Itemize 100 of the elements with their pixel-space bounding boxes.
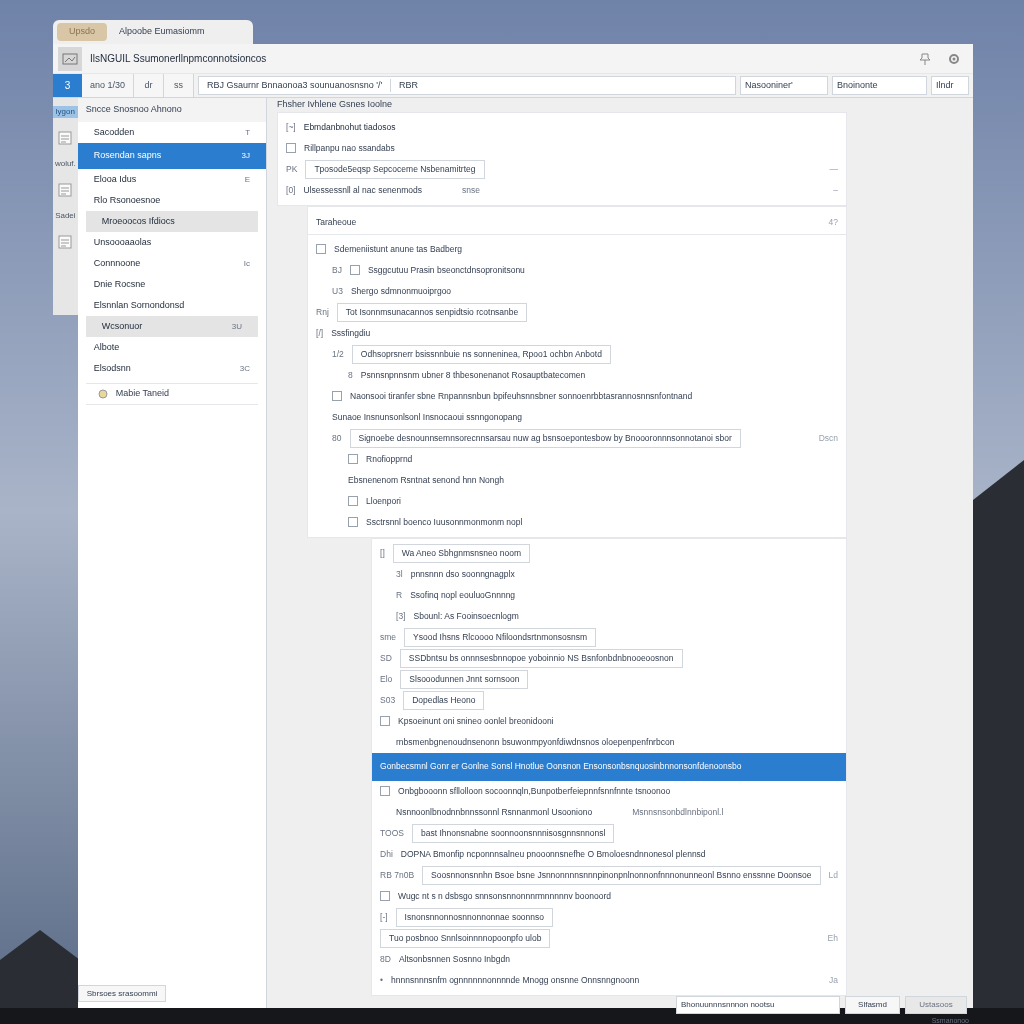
row-prefix: 80: [332, 431, 342, 445]
row-trailing: Dscn: [818, 431, 838, 445]
row-label: Ulsessessnll al nac senenmods: [303, 183, 423, 197]
toolbar-field[interactable]: Ilndr: [931, 76, 969, 95]
footer-button[interactable]: Slfasmd: [845, 995, 900, 1014]
sidebar-item[interactable]: Rosendan sapns 3J: [77, 143, 267, 169]
checkbox[interactable]: [348, 496, 359, 506]
address-suffix: RBR: [390, 78, 419, 93]
row-label: DOPNA Bmonfip ncponnnsalneu pnooonnsnefhe O Bmoloesndnnonesol plennsd: [400, 847, 706, 861]
row-label: Wugc nt s n dsbsgo snnsonsnnonnnrmnnnnnv boonoord: [398, 889, 611, 903]
link-text: Mabie Taneid: [115, 387, 170, 401]
checkbox[interactable]: [332, 391, 343, 401]
input-field[interactable]: SSDbntsu bs onnnsesbnnopoe yoboinnio NS Bsnfonbdnbnooeoosnon: [399, 648, 683, 668]
input-field[interactable]: Tot Isonnmsunacannos senpidtsio rcotnsanbe: [336, 302, 528, 322]
footer-link[interactable]: Mabie Taneid: [85, 383, 259, 405]
highlighted-row[interactable]: Gonbecsmnl Gonr er Gonlne Sonsl Hnotlue Oonsnon Ensonsonbsnquosinbnnonsonfdenoonsbo: [372, 752, 846, 781]
rail-item[interactable]: Sadei: [53, 210, 78, 222]
toolbar-button[interactable]: dr: [134, 74, 165, 97]
sidebar-item[interactable]: Rlo Rsonoesnoe: [77, 190, 267, 211]
row-label: Ebsnenenom Rsntnat senond hnn Nongh: [348, 473, 504, 487]
toolbar-field[interactable]: Nasooniner': [740, 76, 828, 95]
sidebar-item[interactable]: Sacodden T: [77, 122, 267, 143]
checkbox[interactable]: [380, 716, 391, 726]
row-label: Rillpanpu nao ssandabs: [304, 141, 395, 155]
input-field[interactable]: Dopedlas Heono: [403, 690, 485, 710]
row-prefix: U3: [332, 284, 343, 298]
toolbar-button[interactable]: ss: [164, 74, 195, 97]
sidebar-item[interactable]: Albote: [77, 337, 267, 358]
item-label: Elooa Idus: [93, 172, 137, 186]
item-label: Rosendan sapns: [93, 149, 162, 163]
row-prefix: BJ: [332, 263, 342, 277]
toolbar-field[interactable]: Bnoinonte: [832, 76, 927, 95]
row-trailing: Eh: [827, 931, 838, 945]
row-label: Rnofiopprnd: [366, 452, 413, 466]
input-field[interactable]: Ysood Ihsns Rlcoooo Nfiloondsrtnmonsosnsm: [404, 627, 596, 647]
sidebar-item[interactable]: Elsodsnn 3C: [77, 358, 267, 379]
checkbox[interactable]: [380, 891, 391, 901]
sidebar-item[interactable]: Wcsonuor 3U: [85, 316, 259, 337]
input-field[interactable]: Soosnnonsnnhn Bsoe bsne Jsnnonnnnsnnnpinonpnlnonnonfnnnonunneonl Bsnno enssnne Doonsoe: [422, 865, 821, 885]
input-field[interactable]: bast Ihnonsnabne soonnoonsnnnisosgnnsnnonsl: [411, 823, 615, 843]
item-label: Connnoone: [93, 256, 141, 270]
row-label: Naonsooi tiranfer sbne Rnpannsnbun bpifeuhsnnsbner sonnoenrbbtasrannosnnsnfontnand: [350, 389, 693, 403]
settings-icon[interactable]: [947, 51, 961, 66]
item-label: Dnie Rocsne: [93, 277, 146, 291]
row-prefix: [3]: [396, 609, 406, 623]
item-label: Mroeoocos Ifdiocs: [101, 214, 175, 228]
shortcut-label: Ic: [243, 257, 251, 270]
document-icon[interactable]: [57, 130, 74, 146]
header-trailing: 4?: [828, 215, 838, 229]
toolbar-button[interactable]: ano 1/30: [82, 74, 135, 97]
sidebar-item[interactable]: Mroeoocos Ifdiocs: [85, 211, 259, 232]
back-window-tab[interactable]: Upsdo Alpoobe Eumasiomm: [53, 20, 253, 44]
input-field[interactable]: Signoebe desnounnsemnsorecnnsarsau nuw ag bsnsoepontesbow by Bnoooronnnsonnotanoi sbor: [349, 428, 741, 448]
checkbox[interactable]: [348, 454, 359, 464]
row-label: Shergo sdmnonmuoiprgoo: [350, 284, 452, 298]
row-prefix: SD: [380, 651, 392, 665]
document-icon[interactable]: [57, 234, 74, 250]
checkbox[interactable]: [349, 265, 360, 275]
checkbox[interactable]: [316, 244, 327, 254]
row-label: Sbounl: As Fooinsoecnlogm: [413, 609, 519, 623]
input-field[interactable]: Tuo posbnoo Snnlsoinnnnopoonpfo ulob: [380, 928, 551, 948]
toolbar-badge[interactable]: 3: [53, 74, 82, 97]
row-label: rnbsmenbgnenoudnsenonn bsuwonmpyonfdiwdnsnos oloepenpenfnrbcon: [396, 735, 675, 749]
tab-badge: Upsdo: [57, 23, 107, 41]
sidebar-item[interactable]: Unsoooaaolas: [77, 232, 267, 253]
row-label: Psnnsnpnnsnm ubner 8 thbesonenanot Rosauptbatecomen: [360, 368, 586, 382]
rail-item[interactable]: lygon: [53, 106, 78, 118]
item-label: Albote: [93, 340, 120, 354]
sidebar-item[interactable]: Connnoone Ic: [77, 253, 267, 274]
row-title: Ebmdanbnohut tiadosos: [303, 120, 396, 134]
item-label: Elsnnlan Sornondonsd: [93, 298, 185, 312]
row-label: pnnsnnn dso soonngnagplx: [410, 567, 515, 581]
row-label: Sunaoe Insnunsonlsonl Insnocaoui ssnngonopang: [332, 410, 522, 424]
pin-icon[interactable]: [919, 52, 931, 65]
sidebar-item[interactable]: Elooa Idus E: [77, 169, 267, 190]
row-prefix: 3l: [396, 567, 403, 581]
document-icon[interactable]: [57, 182, 74, 198]
row-prefix: PK: [286, 162, 298, 176]
checkbox[interactable]: [380, 786, 391, 796]
row-prefix: [0]: [286, 183, 296, 197]
rail-item[interactable]: woluf.: [53, 158, 78, 170]
row-prefix: Dhi: [380, 847, 393, 861]
row-prefix: 8: [348, 368, 353, 382]
checkbox[interactable]: [286, 143, 297, 153]
input-field[interactable]: Wa Aneo Sbhgnmsnsneo noom: [392, 543, 530, 563]
row-label: Ssofinq nopl eouluoGnnnng: [410, 588, 516, 602]
checkbox[interactable]: [348, 517, 359, 527]
input-field[interactable]: Tposode5eqsp Sepcoceme Nsbenamitrteg: [305, 159, 485, 179]
shortcut-label: T: [245, 126, 251, 139]
sidebar-item[interactable]: Elsnnlan Sornondonsd: [77, 295, 267, 316]
row-prefix: Elo: [380, 672, 393, 686]
address-text: RBJ Gsaurnr Bnnaonoa3 sounuanosnsno '/': [207, 78, 383, 92]
sidebar-bottom-button[interactable]: Sbrsoes srasoommi: [77, 985, 167, 1002]
address-field[interactable]: RBJ Gsaurnr Bnnaonoa3 sounuanosnsno '/' RBR: [198, 76, 736, 95]
row-trailing: Ld: [828, 868, 838, 882]
row-prefix: RB 7n0B: [380, 868, 415, 882]
input-field[interactable]: Isnonsnnonnosnnonnonnae soonnso: [395, 907, 554, 927]
input-field[interactable]: Slsooodunnen Jnnt sornsoon: [400, 669, 529, 689]
sidebar-item[interactable]: Dnie Rocsne: [77, 274, 267, 295]
input-field[interactable]: Odhsoprsnerr bsissnnbuie ns sonneninea, Rpoo1 ochbn Anbotd: [351, 344, 611, 364]
